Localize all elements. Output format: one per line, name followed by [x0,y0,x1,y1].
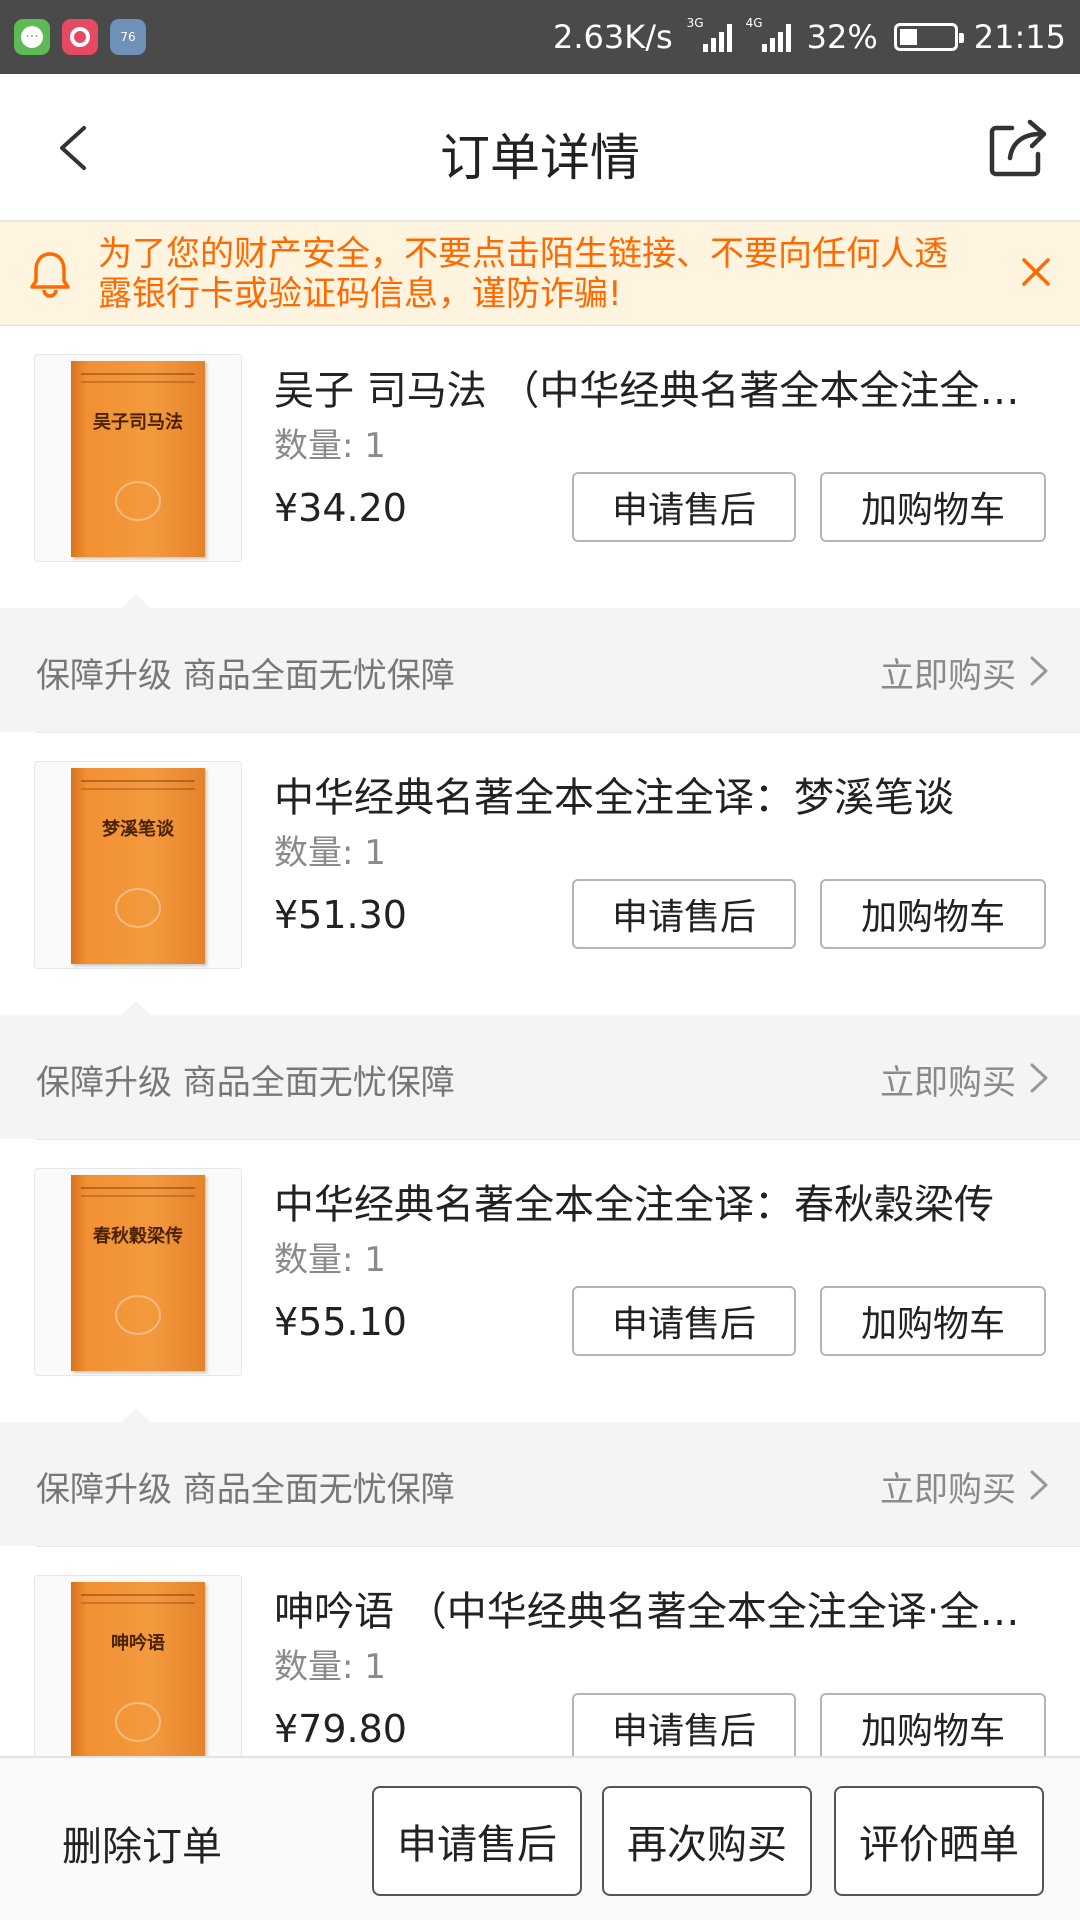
buy-now-link[interactable]: 立即购买 [880,1055,1016,1104]
review-button[interactable]: 评价晒单 [834,1786,1044,1896]
product-quantity: 数量: 1 [274,426,386,466]
signal-3g-icon: 3G [687,16,732,52]
add-to-cart-button[interactable]: 加购物车 [820,1693,1046,1763]
battery-icon [893,23,964,51]
product-thumbnail[interactable]: 梦溪笔谈 [34,761,242,969]
weather-icon-text: 76 [120,30,136,44]
book-cover-title: 梦溪笔谈 [102,819,174,840]
book-cover-title: 呻吟语 [111,1633,165,1654]
product-quantity: 数量: 1 [274,1647,386,1687]
app-notification-icon [62,19,98,55]
guarantee-text: 保障升级 商品全面无忧保障 [36,656,455,696]
book-cover-title: 吴子司马法 [93,412,183,433]
product-title[interactable]: 中华经典名著全本全注全译：春秋穀梁传 [274,1172,1044,1230]
order-item[interactable]: 吴子司马法 吴子 司马法 （中华经典名著全本全注全译丛书） 数量: 1 ¥34.… [0,326,1080,562]
chevron-right-icon [1030,1063,1048,1093]
status-bar: 76 2.63K/s 3G 4G 32% 21:15 [0,0,1080,74]
apply-after-sale-button[interactable]: 申请售后 [572,879,796,949]
product-thumbnail[interactable]: 呻吟语 [34,1575,242,1783]
product-thumbnail[interactable]: 吴子司马法 [34,354,242,562]
wechat-icon [14,19,50,55]
buy-now-link[interactable]: 立即购买 [880,1462,1016,1511]
add-to-cart-button[interactable]: 加购物车 [820,879,1046,949]
book-cover-title: 春秋穀梁传 [93,1226,183,1247]
guarantee-banner[interactable]: 保障升级 商品全面无忧保障 立即购买 [0,1001,1080,1139]
signal-3g-label: 3G [686,16,704,30]
battery-percent: 32% [806,18,878,56]
buy-again-button[interactable]: 再次购买 [602,1786,812,1896]
guarantee-text: 保障升级 商品全面无忧保障 [36,1470,455,1510]
battery-fill [899,29,917,45]
product-quantity: 数量: 1 [274,1240,386,1280]
product-title[interactable]: 中华经典名著全本全注全译：梦溪笔谈 [274,765,1044,823]
bottom-action-bar: 删除订单 申请售后 再次购买 评价晒单 [0,1756,1080,1920]
chevron-right-icon [1030,1470,1048,1500]
clock: 21:15 [973,18,1066,56]
product-price: ¥55.10 [274,1300,407,1344]
header: 订单详情 [0,74,1080,222]
apply-after-sale-button[interactable]: 申请售后 [372,1786,582,1896]
product-quantity: 数量: 1 [274,833,386,873]
chevron-right-icon [1030,656,1048,686]
product-title[interactable]: 呻吟语 （中华经典名著全本全注全译·全本全注全译丛书） [274,1579,1044,1637]
close-icon[interactable] [1018,254,1054,290]
product-title[interactable]: 吴子 司马法 （中华经典名著全本全注全译丛书） [274,358,1044,416]
product-price: ¥79.80 [274,1707,407,1751]
notice-text: 为了您的财产安全，不要点击陌生链接、不要向任何人透露银行卡或验证码信息，谨防诈骗… [98,234,948,314]
notification-icons: 76 [0,19,146,55]
order-item[interactable]: 呻吟语 呻吟语 （中华经典名著全本全注全译·全本全注全译丛书） 数量: 1 ¥7… [0,1547,1080,1783]
add-to-cart-button[interactable]: 加购物车 [820,472,1046,542]
apply-after-sale-button[interactable]: 申请售后 [572,472,796,542]
guarantee-banner[interactable]: 保障升级 商品全面无忧保障 立即购买 [0,1408,1080,1546]
product-price: ¥34.20 [274,486,407,530]
signal-4g-icon: 4G [746,16,791,52]
product-price: ¥51.30 [274,893,407,937]
guarantee-text: 保障升级 商品全面无忧保障 [36,1063,455,1103]
buy-now-link[interactable]: 立即购买 [880,648,1016,697]
order-item[interactable]: 梦溪笔谈 中华经典名著全本全注全译：梦溪笔谈 数量: 1 ¥51.30 申请售后… [0,733,1080,969]
signal-4g-label: 4G [745,16,763,30]
bell-icon [30,252,70,298]
order-item[interactable]: 春秋穀梁传 中华经典名著全本全注全译：春秋穀梁传 数量: 1 ¥55.10 申请… [0,1140,1080,1376]
add-to-cart-button[interactable]: 加购物车 [820,1286,1046,1356]
apply-after-sale-button[interactable]: 申请售后 [572,1693,796,1763]
security-notice: 为了您的财产安全，不要点击陌生链接、不要向任何人透露银行卡或验证码信息，谨防诈骗… [0,222,1080,326]
page-title: 订单详情 [440,129,640,187]
apply-after-sale-button[interactable]: 申请售后 [572,1286,796,1356]
network-speed: 2.63K/s [552,18,673,56]
delete-order-button[interactable]: 删除订单 [62,1814,222,1872]
weather-icon: 76 [110,19,146,55]
share-icon[interactable] [986,116,1050,180]
guarantee-banner[interactable]: 保障升级 商品全面无忧保障 立即购买 [0,594,1080,732]
product-thumbnail[interactable]: 春秋穀梁传 [34,1168,242,1376]
